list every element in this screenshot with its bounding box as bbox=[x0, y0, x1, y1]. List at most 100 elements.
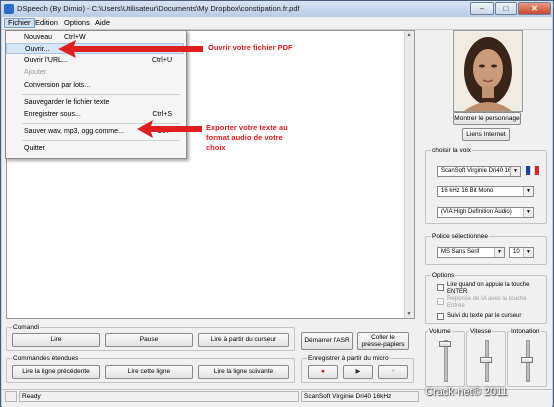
play-icon[interactable]: ▶ bbox=[343, 365, 373, 379]
menu-edition[interactable]: Edition bbox=[32, 18, 61, 28]
right-panel: Montrer le personnage Liens Internet cho… bbox=[422, 30, 550, 406]
status-voice: ScanSoft Virginie Dri40 16kHz bbox=[301, 391, 419, 402]
watermark: Crack-net© 2011 bbox=[425, 386, 508, 398]
maximize-button[interactable]: □ bbox=[495, 2, 517, 15]
read-next-line-button[interactable]: Lire la ligne suivante bbox=[198, 365, 289, 379]
status-indicator bbox=[5, 391, 17, 402]
menu-quit[interactable]: Quitter bbox=[6, 143, 184, 154]
annotation-arrow-export bbox=[137, 120, 202, 138]
commands-group-title: Comandi bbox=[12, 323, 41, 332]
menu-open-label: Ouvrir... bbox=[25, 46, 50, 53]
extended-commands-group: Commandes étendues Lire la ligne précéde… bbox=[6, 354, 295, 383]
window-title: DSpeech (By Dimio) - C:\Users\Utilisateu… bbox=[17, 4, 300, 13]
ai-response-line1: Réponse de IA avec la touche bbox=[447, 296, 527, 302]
pause-button[interactable]: Pause bbox=[105, 333, 193, 347]
voice-group-title: choisir la voix bbox=[431, 146, 473, 155]
chevron-down-icon: ▼ bbox=[510, 167, 520, 176]
character-photo bbox=[453, 30, 523, 112]
avatar-image bbox=[454, 31, 522, 111]
menu-options[interactable]: Options bbox=[61, 18, 93, 28]
read-on-enter-label: Lire quand on appuie la touche ENTER bbox=[447, 282, 529, 296]
font-size-select[interactable]: 10 ▼ bbox=[509, 247, 534, 258]
menu-batch-convert-label: Conversion par lots... bbox=[24, 82, 91, 89]
annotation-open-pdf: Ouvrir votre fichier PDF bbox=[208, 43, 293, 52]
read-previous-line-button[interactable]: Lire la ligne précédente bbox=[12, 365, 100, 379]
menu-add: Ajouter bbox=[6, 67, 184, 78]
read-from-cursor-button[interactable]: Lire à partir du curseur bbox=[198, 333, 289, 347]
read-on-enter-line2: ENTER bbox=[447, 289, 468, 295]
france-flag-icon bbox=[526, 166, 539, 175]
read-this-line-button[interactable]: Lire cette ligne bbox=[105, 365, 193, 379]
chevron-down-icon: ▼ bbox=[523, 248, 533, 257]
mic-group-title: Enregistrer à partir du micro bbox=[307, 354, 390, 363]
menu-batch-convert[interactable]: Conversion par lots... bbox=[6, 80, 184, 91]
vertical-scrollbar[interactable]: ▲ ▼ bbox=[404, 31, 414, 318]
ai-response-line2: Entrée bbox=[447, 303, 465, 309]
volume-group: Volume bbox=[425, 327, 465, 387]
follow-cursor-label: Suivi du texte par le curseur bbox=[447, 313, 522, 319]
volume-slider[interactable] bbox=[439, 341, 451, 347]
extended-group-title: Commandes étendues bbox=[12, 354, 80, 363]
menu-new-label: Nouveau bbox=[24, 34, 53, 41]
menu-quit-label: Quitter bbox=[24, 145, 46, 152]
app-window: DSpeech (By Dimio) - C:\Users\Utilisateu… bbox=[0, 0, 554, 407]
menu-save-text-label: Sauvegarder le fichier texte bbox=[24, 99, 110, 106]
options-group-title: Options bbox=[431, 271, 456, 280]
scroll-up-icon[interactable]: ▲ bbox=[406, 32, 412, 38]
speed-label: Vitesse bbox=[469, 327, 493, 336]
audio-format-value: 16 kHz 16 Bit Mono bbox=[441, 188, 494, 194]
ai-response-checkbox[interactable] bbox=[437, 298, 444, 305]
menu-save-audio-label: Sauver wav, mp3, ogg comme... bbox=[24, 128, 124, 135]
intonation-slider[interactable] bbox=[521, 357, 533, 363]
audio-device-value: (VIA High Definition Audio) bbox=[441, 209, 512, 215]
audio-device-select[interactable]: (VIA High Definition Audio) ▼ bbox=[437, 207, 534, 218]
start-asr-button[interactable]: Démarrer l'ASR bbox=[301, 332, 353, 350]
voice-select[interactable]: ScanSoft Virginie Dri40 16 ▼ bbox=[437, 166, 521, 177]
annotation-arrow-open bbox=[58, 40, 203, 58]
menu-save-text[interactable]: Sauvegarder le fichier texte bbox=[6, 97, 184, 108]
client-area: ▲ ▼ Comandi Lire Pause Lire à partir du … bbox=[2, 30, 552, 406]
follow-cursor-checkbox[interactable] bbox=[437, 313, 444, 320]
annotation-export: Exporter votre texte au format audio de … bbox=[206, 123, 288, 153]
speed-group: Vitesse bbox=[466, 327, 506, 387]
read-on-enter-checkbox[interactable] bbox=[437, 284, 444, 291]
show-character-button[interactable]: Montrer le personnage bbox=[453, 112, 521, 125]
minimize-button[interactable]: – bbox=[470, 2, 494, 15]
font-group-title: Police sélectionnée bbox=[431, 232, 490, 241]
add-icon[interactable]: + bbox=[378, 365, 408, 379]
menu-fichier[interactable]: Fichier bbox=[4, 18, 35, 28]
title-bar: DSpeech (By Dimio) - C:\Users\Utilisateu… bbox=[1, 1, 553, 17]
read-on-enter-line1: Lire quand on appuie la touche bbox=[447, 282, 530, 288]
paste-clipboard-button[interactable]: Coller le presse-papiers bbox=[357, 332, 409, 350]
chevron-down-icon: ▼ bbox=[523, 187, 533, 196]
volume-label: Volume bbox=[428, 327, 452, 336]
status-text: Ready bbox=[19, 391, 299, 402]
options-group: Options Lire quand on appuie la touche E… bbox=[425, 271, 547, 324]
close-button[interactable]: ✕ bbox=[518, 2, 551, 15]
menu-bar: Fichier Edition Options Aide bbox=[2, 17, 552, 30]
app-icon bbox=[4, 4, 14, 14]
menu-separator bbox=[22, 94, 180, 95]
ai-response-label: Réponse de IA avec la touche Entrée bbox=[447, 296, 527, 310]
speed-slider[interactable] bbox=[480, 357, 492, 363]
intonation-label: Intonation bbox=[510, 327, 541, 336]
paste-label-line2: presse-papiers bbox=[361, 341, 405, 348]
audio-format-select[interactable]: 16 kHz 16 Bit Mono ▼ bbox=[437, 186, 534, 197]
read-button[interactable]: Lire bbox=[12, 333, 100, 347]
menu-aide[interactable]: Aide bbox=[92, 18, 113, 28]
voice-value: ScanSoft Virginie Dri40 16 bbox=[441, 168, 512, 174]
scroll-down-icon[interactable]: ▼ bbox=[406, 311, 412, 317]
font-name-select[interactable]: MS Sans Serif ▼ bbox=[437, 247, 505, 258]
menu-add-label: Ajouter bbox=[24, 69, 47, 76]
paste-label-line1: Coller le bbox=[371, 333, 395, 341]
record-icon[interactable]: ● bbox=[308, 365, 338, 379]
intonation-group: Intonation bbox=[507, 327, 547, 387]
voice-group: choisir la voix ScanSoft Virginie Dri40 … bbox=[425, 146, 547, 224]
menu-save-as-label: Enregistrer sous... bbox=[24, 111, 81, 118]
font-name-value: MS Sans Serif bbox=[441, 249, 480, 255]
annotation-export-line1: Exporter votre texte au bbox=[206, 123, 288, 132]
font-size-value: 10 bbox=[513, 249, 520, 255]
internet-links-button[interactable]: Liens Internet bbox=[462, 128, 510, 141]
annotation-export-line2: format audio de votre bbox=[206, 133, 283, 142]
menu-separator bbox=[22, 140, 180, 141]
